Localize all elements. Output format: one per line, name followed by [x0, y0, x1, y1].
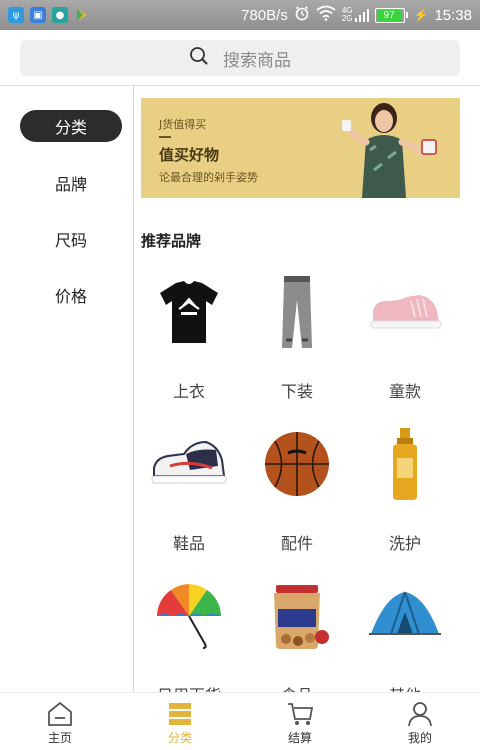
sidebar-item-category[interactable]: 分类 [20, 110, 122, 142]
nav-item-profile[interactable]: 我的 [360, 693, 480, 750]
category-label: 日用百货 [135, 682, 243, 692]
category-shoes[interactable]: 鞋品 [135, 418, 243, 568]
clock: 15:38 [434, 6, 472, 24]
nav-label-checkout: 结算 [287, 731, 312, 745]
category-label: 童款 [388, 382, 421, 401]
banner-model-image [342, 103, 437, 198]
signal-label-bottom: 2G [341, 14, 353, 23]
charging-icon: ⚡ [413, 8, 429, 22]
cell-signal-icon: 4G 2G [342, 7, 369, 23]
nav-label-profile: 我的 [407, 731, 432, 745]
banner-slogan: 论最合理的剁手姿势 [159, 171, 258, 184]
category-tops[interactable]: 上衣 [135, 266, 243, 416]
battery-level: 97 [376, 9, 402, 21]
category-daily-goods[interactable]: 日用百货 [135, 570, 243, 692]
kids-shoe-icon [370, 295, 442, 329]
promo-banner[interactable]: J货值得买 值买好物 论最合理的剁手姿势 [141, 98, 460, 198]
app-notification-icon: ● [52, 7, 68, 23]
play-store-icon [74, 7, 90, 23]
nav-item-category[interactable]: 分类 [120, 693, 240, 750]
battery-indicator: 97 [374, 7, 408, 23]
category-kids[interactable]: 童款 [351, 266, 459, 416]
category-bottoms[interactable]: 下装 [243, 266, 351, 416]
section-title: 推荐品牌 [141, 232, 202, 250]
banner-divider [159, 136, 171, 138]
nav-label-home: 主页 [47, 731, 72, 745]
category-label: 配件 [280, 534, 313, 553]
app-screen: ψ ▣ ● 780B/s 4G 2G 97 ⚡ 15:38 搜索商品 分类 品牌… [0, 0, 480, 750]
home-icon [48, 701, 72, 726]
system-status: 780B/s 4G 2G 97 ⚡ 15:38 [241, 5, 472, 25]
shampoo-bottle-icon [393, 428, 417, 500]
nav-label-category: 分类 [167, 731, 192, 745]
category-label: 鞋品 [172, 534, 205, 553]
category-other[interactable]: 其他 [351, 570, 459, 692]
nuts-jar-icon [274, 585, 329, 649]
banner-subtitle: J货值得买 [159, 118, 207, 131]
tent-icon [369, 591, 441, 635]
sidebar-item-brand[interactable]: 品牌 [20, 167, 122, 199]
category-label: 洗护 [388, 534, 421, 553]
search-placeholder: 搜索商品 [223, 50, 291, 71]
search-icon [189, 46, 209, 70]
category-care[interactable]: 洗护 [351, 418, 459, 568]
cart-icon [288, 703, 314, 725]
category-food[interactable]: 食品 [243, 570, 351, 692]
bottom-nav: 主页 分类 结算 我的 [0, 692, 480, 750]
sidebar-item-price[interactable]: 价格 [20, 279, 122, 311]
umbrella-icon [157, 584, 221, 649]
nav-item-checkout[interactable]: 结算 [240, 693, 360, 750]
usb-icon: ψ [8, 7, 24, 23]
nav-item-home[interactable]: 主页 [0, 693, 120, 750]
sidebar-item-size[interactable]: 尺码 [20, 223, 122, 255]
alarm-icon [294, 5, 310, 25]
category-content: J货值得买 值买好物 论最合理的剁手姿势 推荐品牌 上衣 下装 童款 鞋品 配件… [135, 86, 480, 692]
category-accessories[interactable]: 配件 [243, 418, 351, 568]
category-label: 下装 [280, 382, 313, 401]
category-icon [169, 703, 191, 725]
category-label: 食品 [243, 682, 351, 692]
banner-title: 值买好物 [159, 146, 220, 164]
status-bar: ψ ▣ ● 780B/s 4G 2G 97 ⚡ 15:38 [0, 0, 480, 30]
sneaker-icon [151, 440, 227, 484]
wifi-icon [316, 5, 336, 25]
category-label: 上衣 [172, 382, 205, 401]
basketball-icon [265, 432, 329, 496]
pants-icon [282, 276, 312, 348]
gallery-icon: ▣ [30, 7, 46, 23]
notification-icons: ψ ▣ ● [8, 7, 90, 23]
category-label: 其他 [351, 682, 459, 692]
search-input[interactable]: 搜索商品 [20, 40, 460, 76]
filter-sidebar: 分类 品牌 尺码 价格 [0, 86, 134, 692]
network-speed: 780B/s [241, 6, 288, 24]
profile-icon [408, 702, 432, 727]
tshirt-icon [160, 281, 218, 343]
search-header: 搜索商品 [0, 30, 480, 86]
